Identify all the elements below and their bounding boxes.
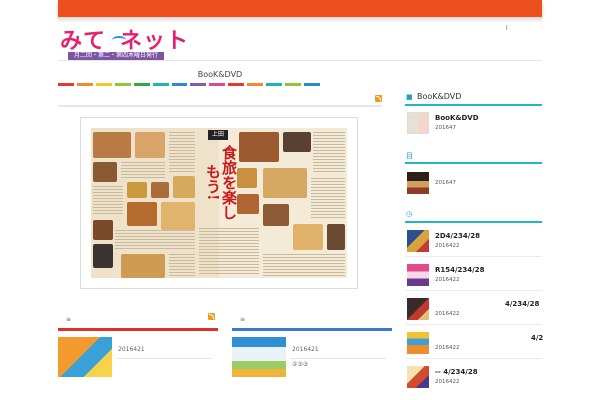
sidebar-item[interactable]: 4/234/28 2016422: [405, 298, 542, 324]
color-stripe-segment: [190, 83, 207, 86]
magazine-badge: 上田: [208, 130, 228, 140]
sidebar-item-title[interactable]: 2D4/234/28: [435, 232, 480, 240]
magazine-spread-image: 上田 食旅を楽しもう!: [91, 128, 347, 278]
logo-wave-icon: [112, 36, 126, 44]
rss-icon[interactable]: [375, 95, 382, 102]
site-logo[interactable]: みて ネット 月二回・第二・第四木曜日発行: [60, 30, 188, 60]
header-divider: [58, 60, 542, 61]
sidebar-item-title[interactable]: -- 4/234/28: [435, 368, 478, 376]
color-stripe-segment: [228, 83, 245, 86]
book-icon: ■: [406, 93, 413, 101]
sidebar-divider: [405, 324, 542, 325]
color-stripe-segment: [95, 83, 112, 86]
sidebar-item-date: 201647: [435, 180, 456, 186]
color-stripe-segment: [303, 83, 320, 86]
news-block-right: ≡ 2016421 ②③③: [232, 316, 392, 377]
page-title: BooK&DVD: [197, 70, 243, 79]
sidebar-heading-bar: [405, 162, 542, 164]
news-block-left: ≡ 2016421: [58, 313, 218, 377]
block-heading: ≡: [58, 313, 218, 326]
item-divider: [116, 358, 212, 359]
sidebar-item-date: 2016422: [435, 311, 460, 317]
magazine-headline: 食旅を楽しもう!: [204, 144, 238, 220]
sidebar-item[interactable]: 4/2 2016422: [405, 332, 543, 358]
article-subtext: ②③③: [292, 361, 309, 368]
sidebar-divider: [405, 358, 542, 359]
color-stripe-segment: [266, 83, 283, 86]
sidebar-item-thumbnail[interactable]: [407, 332, 429, 354]
color-stripe-segment: [152, 83, 169, 86]
sidebar-item[interactable]: R154/234/28 2016422: [405, 264, 542, 290]
color-stripe-segment: [58, 83, 74, 86]
sidebar-item-date: 2016422: [435, 277, 460, 283]
sidebar-item-date: 2016422: [435, 243, 460, 249]
sidebar-item-title[interactable]: 4/2: [531, 334, 543, 342]
sidebar-item-thumbnail[interactable]: [407, 112, 429, 134]
sidebar-heading-bar: [405, 104, 542, 106]
sidebar-item-title[interactable]: BooK&DVD: [435, 114, 479, 122]
sidebar-heading-recent: ◷: [405, 207, 542, 225]
sidebar-item-thumbnail[interactable]: [407, 264, 429, 286]
sidebar-item-date: 2016422: [435, 379, 460, 385]
sidebar-item-date: 201647: [435, 125, 456, 131]
clock-icon: ◷: [406, 210, 413, 218]
calendar-icon: 目: [406, 152, 413, 160]
main-heading-underline: [58, 105, 382, 107]
sidebar-heading-bar: [405, 221, 542, 223]
sidebar-item[interactable]: 2D4/234/28 2016422: [405, 230, 542, 256]
top-banner-shadow: [58, 17, 542, 23]
article-date[interactable]: 2016421: [292, 346, 319, 353]
sidebar-item-thumbnail[interactable]: [407, 230, 429, 252]
logo-subtitle: 月二回・第二・第四木曜日発行: [68, 52, 164, 60]
block-heading-mark: ≡: [66, 316, 72, 323]
color-stripe-divider: [58, 83, 320, 86]
block-heading-mark: ≡: [240, 316, 246, 323]
color-stripe-segment: [209, 83, 226, 86]
article-date[interactable]: 2016421: [118, 346, 145, 353]
color-stripe-segment: [285, 83, 301, 86]
sidebar-item-thumbnail[interactable]: [407, 298, 429, 320]
color-stripe-segment: [133, 83, 150, 86]
top-banner-bar: [58, 0, 542, 17]
sidebar-heading-label: BooK&DVD: [417, 92, 462, 101]
article-thumbnail[interactable]: [58, 337, 112, 377]
feature-image-frame[interactable]: 上田 食旅を楽しもう!: [80, 117, 358, 289]
sidebar-item-thumbnail[interactable]: [407, 366, 429, 388]
color-stripe-segment: [247, 83, 264, 86]
rss-icon[interactable]: [208, 313, 215, 320]
sidebar-item[interactable]: -- 4/234/28 2016422: [405, 366, 542, 392]
color-stripe-segment: [76, 83, 93, 86]
header-corner-mark: l: [506, 25, 508, 32]
block-color-line: [232, 328, 392, 331]
sidebar-item[interactable]: BooK&DVD 201647: [405, 112, 542, 138]
sidebar-item-title[interactable]: 4/234/28: [505, 300, 539, 308]
block-heading: ≡: [232, 316, 392, 326]
sidebar-item-thumbnail[interactable]: [407, 172, 429, 194]
sidebar-divider: [405, 256, 542, 257]
item-divider: [290, 358, 386, 359]
sidebar-item-title[interactable]: R154/234/28: [435, 266, 484, 274]
block-color-line: [58, 328, 218, 331]
sidebar-heading-books: ■ BooK&DVD: [405, 90, 542, 108]
sidebar-divider: [405, 290, 542, 291]
color-stripe-segment: [171, 83, 188, 86]
sidebar-item-date: 2016422: [435, 345, 460, 351]
sidebar-heading-calendar: 目: [405, 148, 542, 166]
color-stripe-segment: [114, 83, 131, 86]
article-thumbnail[interactable]: [232, 337, 286, 377]
sidebar-item[interactable]: 201647: [405, 172, 542, 198]
